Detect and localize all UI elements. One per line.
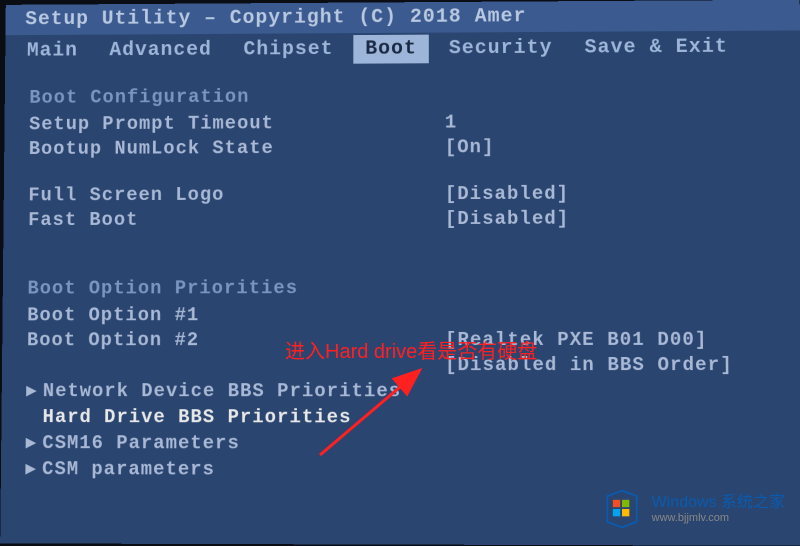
setup-prompt-timeout-value: 1 bbox=[445, 112, 457, 134]
menu-chipset[interactable]: Chipset bbox=[232, 35, 346, 64]
submenu-label: Hard Drive BBS Priorities bbox=[43, 406, 352, 428]
fast-boot-label: Fast Boot bbox=[28, 208, 445, 231]
title-bar: Setup Utility – Copyright (C) 2018 Amer bbox=[5, 0, 800, 35]
setting-row[interactable]: Fast Boot [Disabled] bbox=[28, 207, 777, 231]
watermark-url: www.bjjmlv.com bbox=[652, 512, 785, 525]
boot-priorities-header: Boot Option Priorities bbox=[27, 276, 777, 299]
watermark: Windows 系统之家 www.bjjmlv.com bbox=[600, 487, 785, 531]
submenu-marker-icon: ▸ bbox=[26, 431, 37, 454]
submenu-marker-icon: ▸ bbox=[26, 457, 37, 480]
boot-config-header: Boot Configuration bbox=[29, 83, 775, 108]
menu-advanced[interactable]: Advanced bbox=[97, 36, 223, 65]
menu-save-exit[interactable]: Save & Exit bbox=[572, 33, 740, 63]
menu-main[interactable]: Main bbox=[15, 37, 90, 66]
numlock-value: [On] bbox=[445, 136, 495, 158]
setting-row[interactable]: Full Screen Logo [Disabled] bbox=[28, 182, 776, 206]
setup-prompt-timeout-label: Setup Prompt Timeout bbox=[29, 112, 445, 136]
numlock-label: Bootup NumLock State bbox=[29, 136, 445, 159]
annotation-arrow-icon bbox=[310, 355, 440, 465]
boot-option-1-label: Boot Option #1 bbox=[27, 304, 445, 326]
fast-boot-value: [Disabled] bbox=[445, 208, 569, 230]
menu-security[interactable]: Security bbox=[437, 34, 565, 63]
setting-row[interactable]: Setup Prompt Timeout 1 bbox=[29, 110, 776, 135]
menu-boot[interactable]: Boot bbox=[353, 35, 429, 64]
full-screen-logo-value: [Disabled] bbox=[445, 183, 569, 205]
submenu-label: CSM parameters bbox=[42, 458, 215, 480]
submenu-label: CSM16 Parameters bbox=[42, 432, 240, 454]
submenu-marker-icon: ▸ bbox=[26, 379, 37, 402]
menu-bar: Main Advanced Chipset Boot Security Save… bbox=[5, 30, 800, 67]
windows-logo-icon bbox=[600, 487, 644, 531]
setting-row[interactable]: Boot Option #1 bbox=[27, 304, 778, 327]
title-text: Setup Utility – Copyright (C) 2018 Amer bbox=[25, 5, 526, 31]
setting-row[interactable]: Bootup NumLock State [On] bbox=[29, 135, 776, 160]
watermark-title: Windows 系统之家 bbox=[652, 493, 785, 512]
full-screen-logo-label: Full Screen Logo bbox=[28, 183, 445, 206]
